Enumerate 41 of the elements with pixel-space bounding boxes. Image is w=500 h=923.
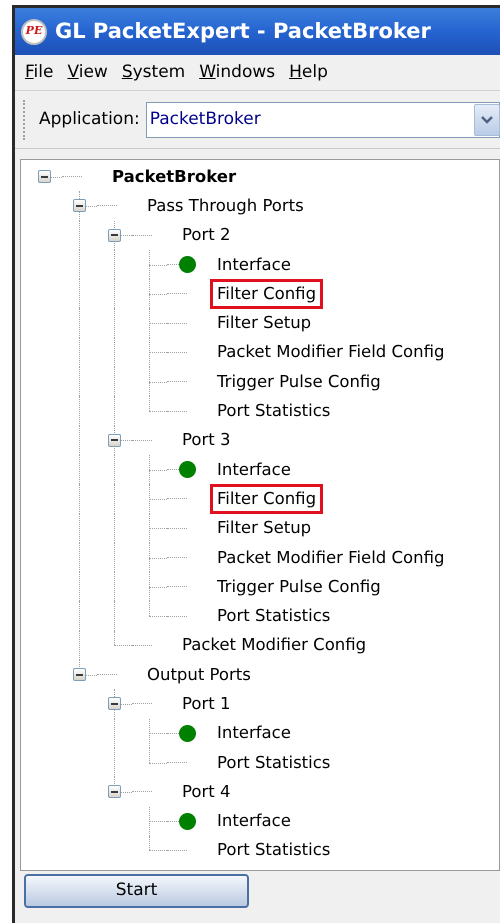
tree-item[interactable]: Pass Through Ports <box>140 190 311 221</box>
tree-item[interactable]: PacketBroker <box>105 162 244 192</box>
tree-item[interactable]: Port Statistics <box>210 748 338 778</box>
tree-item[interactable]: Interface <box>210 718 298 748</box>
tree-item[interactable]: Port 1 <box>175 689 238 719</box>
tree-item[interactable]: Trigger Pulse Config <box>210 572 388 602</box>
tree-item[interactable]: Packet Modifier Config <box>175 630 374 660</box>
menu-item[interactable]: Help <box>289 60 328 86</box>
tree-item[interactable]: Filter Setup <box>210 513 318 544</box>
window-title: GL PacketExpert - PacketBroker <box>55 18 431 45</box>
tree-item[interactable]: Trigger Pulse Config <box>210 366 388 397</box>
menu-item[interactable]: Windows <box>199 60 276 86</box>
collapse-toggle[interactable] <box>108 228 121 242</box>
collapse-toggle[interactable] <box>108 785 121 798</box>
tree-item[interactable]: Packet Modifier Field Config <box>210 542 452 573</box>
application-label: Application: <box>39 108 140 131</box>
tree-item[interactable]: Packet Modifier Field Config <box>210 337 452 368</box>
collapse-toggle[interactable] <box>108 697 121 710</box>
tree-item[interactable]: Port Statistics <box>210 601 338 632</box>
tree-item[interactable]: Filter Setup <box>210 308 318 338</box>
tree-item[interactable]: Port 4 <box>175 776 238 807</box>
start-button[interactable]: Start <box>24 874 249 908</box>
collapse-toggle[interactable] <box>108 434 121 447</box>
collapse-toggle[interactable] <box>73 668 86 682</box>
tree-item[interactable]: Port Statistics <box>210 835 338 866</box>
tree-item[interactable]: Interface <box>210 250 298 280</box>
tree-item[interactable]: Filter Config <box>210 278 324 309</box>
tree-item[interactable]: Filter Config <box>210 484 324 514</box>
tree-item[interactable]: Port Statistics <box>210 396 338 426</box>
app-logo-icon: PE <box>21 18 47 44</box>
application-dropdown[interactable]: PacketBroker <box>146 102 500 138</box>
menu-item[interactable]: View <box>67 60 108 86</box>
tree-item[interactable]: Port 3 <box>175 425 238 456</box>
tree-item[interactable]: Port 2 <box>175 220 238 250</box>
collapse-toggle[interactable] <box>38 170 51 183</box>
tree-item[interactable]: Interface <box>210 806 298 836</box>
tree-item[interactable]: Interface <box>210 454 298 485</box>
menu-item[interactable]: System <box>122 60 186 86</box>
menu-item[interactable]: File <box>25 60 54 86</box>
tree-item[interactable]: Output Ports <box>140 660 258 690</box>
collapse-toggle[interactable] <box>73 199 86 212</box>
